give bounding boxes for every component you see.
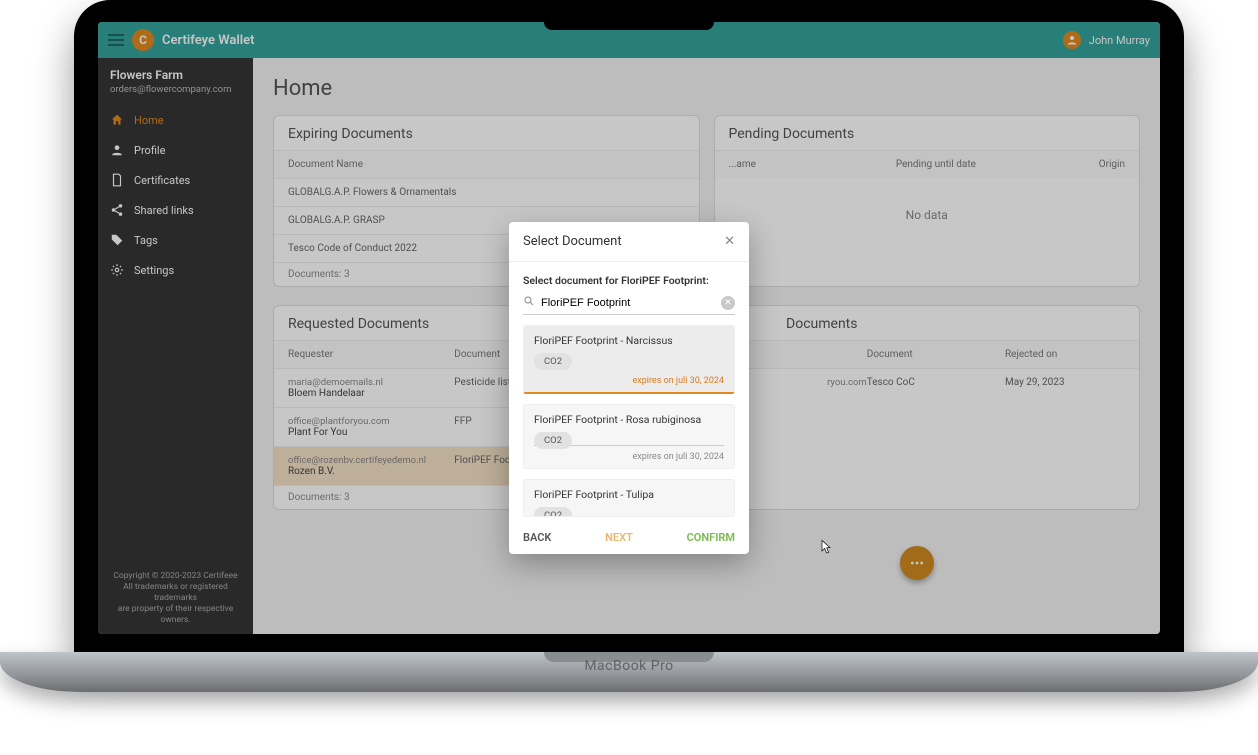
doc-item-name: FloriPEF Footprint - Narcissus — [534, 334, 724, 347]
gear-icon — [110, 263, 124, 277]
sidebar-item-label: Tags — [134, 234, 158, 247]
doc-name: GLOBALG.A.P. Flowers & Ornamentals — [288, 187, 685, 198]
doc-item[interactable]: FloriPEF Footprint - Rosa rubiginosa CO2… — [523, 404, 735, 469]
doc-chip: CO2 — [534, 507, 572, 517]
fab-more[interactable] — [900, 546, 934, 580]
sidebar-item-label: Settings — [134, 264, 174, 277]
user-name[interactable]: John Murray — [1089, 34, 1150, 47]
doc-item[interactable]: FloriPEF Footprint - Narcissus CO2 expir… — [523, 325, 735, 394]
card-rejected: Rejected Documents Document Rejected on … — [714, 305, 1141, 510]
col-document: Document — [867, 349, 1005, 360]
sidebar-item-tags[interactable]: Tags — [98, 225, 253, 255]
org-name: Flowers Farm — [110, 68, 241, 82]
clear-search-icon[interactable]: ✕ — [721, 296, 735, 310]
search-icon — [523, 295, 535, 310]
cursor-pointer-icon — [818, 537, 834, 557]
doc-expiry: expires on juli 30, 2024 — [534, 376, 724, 386]
sidebar-item-label: Shared links — [134, 204, 194, 217]
sidebar-item-certificates[interactable]: Certificates — [98, 165, 253, 195]
sidebar-item-shared-links[interactable]: Shared links — [98, 195, 253, 225]
search-row: ✕ — [523, 295, 735, 315]
laptop-notch — [544, 16, 714, 30]
close-icon[interactable]: ✕ — [724, 234, 735, 249]
tag-icon — [110, 233, 124, 247]
avatar[interactable] — [1063, 31, 1081, 49]
org-email: orders@flowercompany.com — [110, 84, 241, 95]
app-screen: C Certifeye Wallet John Murray Flowers F… — [98, 22, 1160, 634]
sidebar-item-profile[interactable]: Profile — [98, 135, 253, 165]
expiring-row[interactable]: GLOBALG.A.P. Flowers & Ornamentals — [274, 178, 699, 206]
requester-email: office@plantforyou.com — [288, 416, 454, 427]
org-block: Flowers Farm orders@flowercompany.com — [98, 58, 253, 105]
copyright-line: Copyright © 2020-2023 Certifeee — [106, 571, 245, 582]
doc-item[interactable]: FloriPEF Footprint - Tulipa CO2 — [523, 479, 735, 517]
col-name: ...ame — [729, 159, 867, 170]
document-icon — [110, 173, 124, 187]
card-title: Rejected Documents — [715, 306, 1140, 340]
requester-name: Rozen B.V. — [288, 466, 454, 477]
col-origin: Origin — [1005, 159, 1125, 170]
col-rejected-on: Rejected on — [1005, 349, 1125, 360]
copyright-line: All trademarks or registered trademarks — [106, 582, 245, 604]
next-button: NEXT — [605, 531, 633, 544]
col-spacer — [729, 349, 867, 360]
doc-chip: CO2 — [534, 432, 572, 449]
doc-item-name: FloriPEF Footprint - Tulipa — [534, 488, 724, 501]
doc-chip: CO2 — [534, 353, 572, 370]
sidebar: Flowers Farm orders@flowercompany.com Ho… — [98, 58, 253, 634]
menu-icon[interactable] — [108, 39, 124, 41]
sidebar-item-settings[interactable]: Settings — [98, 255, 253, 285]
laptop-bezel: C Certifeye Wallet John Murray Flowers F… — [74, 0, 1184, 652]
sidebar-item-home[interactable]: Home — [98, 105, 253, 135]
rejected-row[interactable]: ryou.com Tesco CoC May 29, 2023 — [715, 368, 1140, 396]
card-pending: Pending Documents ...ame Pending until d… — [714, 115, 1141, 287]
person-icon — [110, 143, 124, 157]
app-title: Certifeye Wallet — [162, 33, 255, 48]
laptop-frame: C Certifeye Wallet John Murray Flowers F… — [74, 0, 1184, 692]
requester-email: office@rozenbv.certifeyedemo.nl — [288, 455, 454, 466]
copyright-line: are property of their respective owners. — [106, 604, 245, 626]
page-title: Home — [273, 76, 1140, 101]
laptop-model: MacBook Pro — [584, 658, 673, 674]
card-title: Pending Documents — [715, 116, 1140, 150]
nav: Home Profile Certificates Shared li — [98, 105, 253, 285]
rejected-date: May 29, 2023 — [1005, 377, 1125, 388]
doc-expiry: expires on juli 30, 2024 — [534, 452, 724, 462]
no-data: No data — [715, 178, 1140, 252]
requester-name: Bloem Handelaar — [288, 388, 454, 399]
app-logo: C — [132, 29, 154, 51]
sidebar-item-label: Certificates — [134, 174, 190, 187]
rejected-doc: Tesco CoC — [867, 377, 1005, 388]
card-title: Expiring Documents — [274, 116, 699, 150]
col-until: Pending until date — [867, 159, 1005, 170]
search-input[interactable] — [541, 297, 715, 309]
laptop-base: MacBook Pro — [0, 652, 1258, 692]
confirm-button[interactable]: CONFIRM — [687, 531, 735, 544]
doc-item-name: FloriPEF Footprint - Rosa rubiginosa — [534, 413, 724, 426]
col-doc-name: Document Name — [288, 159, 685, 170]
back-button[interactable]: BACK — [523, 531, 551, 544]
sidebar-item-label: Home — [134, 114, 164, 127]
modal-title: Select Document — [523, 234, 622, 249]
home-icon — [110, 113, 124, 127]
select-document-modal: Select Document ✕ Select document for Fl… — [509, 222, 749, 554]
modal-label: Select document for FloriPEF Footprint: — [523, 274, 735, 287]
rejected-email-suffix: ryou.com — [729, 377, 867, 388]
requester-name: Plant For You — [288, 427, 454, 438]
share-icon — [110, 203, 124, 217]
col-requester: Requester — [288, 349, 454, 360]
requester-email: maria@demoemails.nl — [288, 377, 454, 388]
sidebar-footer: Copyright © 2020-2023 Certifeee All trad… — [98, 563, 253, 634]
sidebar-item-label: Profile — [134, 144, 165, 157]
